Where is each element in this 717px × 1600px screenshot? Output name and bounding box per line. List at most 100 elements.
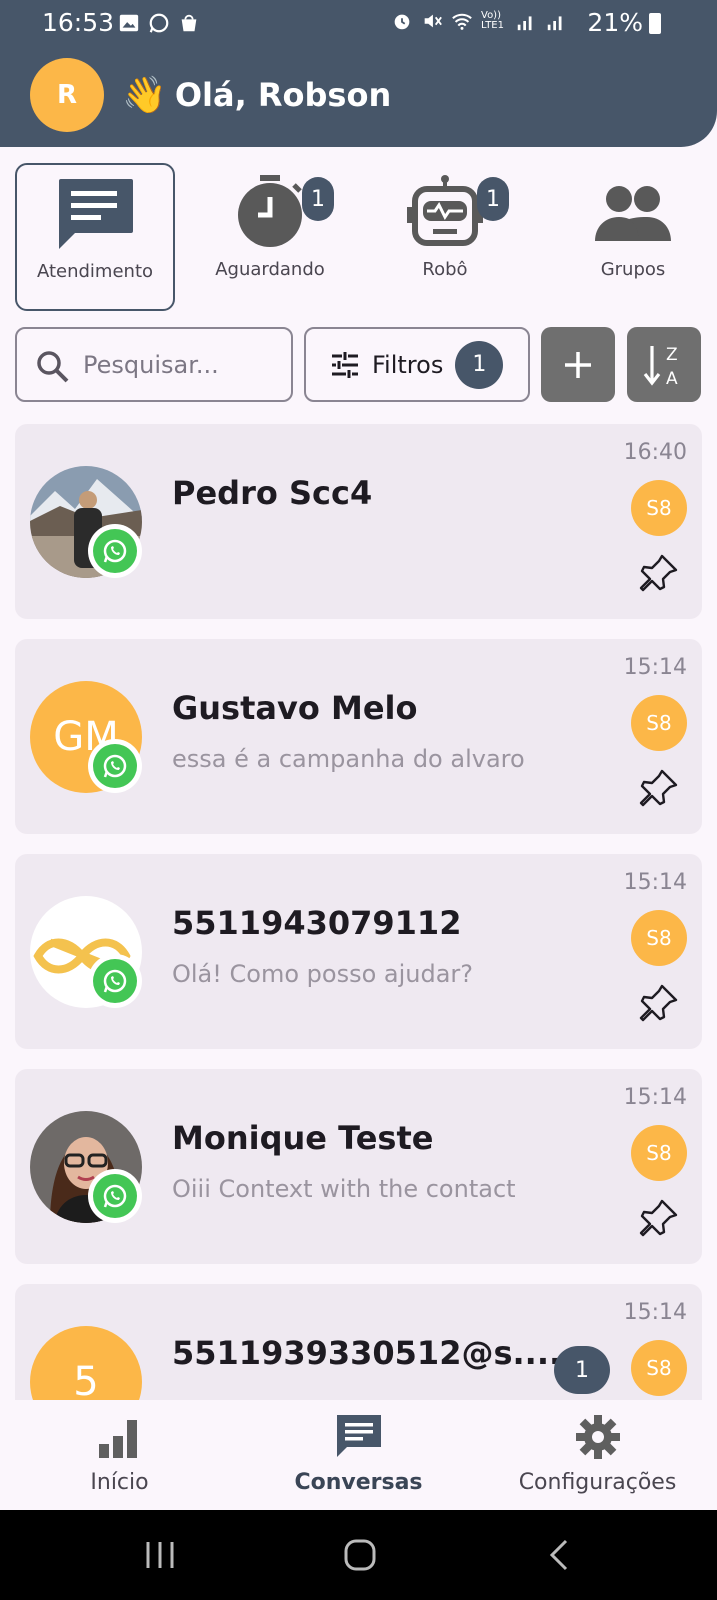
bottom-navigation: Início Conversas Configurações — [0, 1400, 717, 1510]
filters-count-badge: 1 — [455, 340, 504, 389]
tab-badge: 1 — [302, 177, 334, 221]
tune-icon — [332, 351, 358, 378]
filters-label: Filtros — [372, 350, 444, 379]
signal-icon — [517, 16, 532, 31]
sort-za-icon: ZA — [643, 345, 678, 389]
message-time: 15:14 — [623, 870, 687, 895]
greeting-row: R 👋 Olá, Robson — [30, 58, 391, 132]
whatsapp-icon — [103, 1184, 127, 1208]
status-notification-icons — [118, 12, 200, 34]
whatsapp-badge — [88, 954, 142, 1008]
conversation-item[interactable]: 5511943079112 Olá! Como posso ajudar? 15… — [15, 854, 702, 1049]
app-header: 16:53 Vo)) LTE1 21% R 👋 Olá, Robson — [0, 0, 717, 147]
conversation-item[interactable]: Pedro Scc4 16:40 S8 — [15, 424, 702, 619]
shopping-bag-icon — [181, 14, 197, 32]
last-message: essa é a campanha do alvaro — [172, 745, 525, 773]
chat-icon — [59, 179, 133, 249]
wave-emoji-icon: 👋 — [122, 75, 167, 116]
status-system-icons: Vo)) LTE1 — [391, 10, 567, 32]
whatsapp-badge — [88, 1169, 142, 1223]
pin-icon[interactable] — [638, 767, 680, 809]
conversation-list[interactable]: Pedro Scc4 16:40 S8 GM Gustavo Melo essa… — [0, 420, 717, 1400]
last-message: Oiii Context with the contact — [172, 1175, 516, 1203]
bar-chart-icon — [98, 1420, 137, 1458]
message-time: 15:14 — [623, 655, 687, 680]
tab-grupos[interactable]: Grupos — [553, 163, 713, 311]
stopwatch-icon — [238, 175, 302, 247]
tab-label: Aguardando — [215, 259, 325, 280]
pin-icon[interactable] — [638, 982, 680, 1024]
avatar-initials: 5 — [73, 1359, 99, 1400]
wifi-icon — [452, 13, 472, 30]
filters-button[interactable]: Filtros 1 — [304, 327, 530, 402]
conversation-item[interactable]: 5 5511939330512@s.... 15:14 1 S8 — [15, 1284, 702, 1400]
contact-name: 5511939330512@s.... — [172, 1334, 562, 1372]
contact-name: 5511943079112 — [172, 904, 462, 942]
nav-label: Conversas — [294, 1470, 423, 1495]
sector-badge: S8 — [631, 480, 687, 536]
conversation-item[interactable]: Monique Teste Oiii Context with the cont… — [15, 1069, 702, 1264]
tab-label: Robô — [422, 259, 468, 280]
whatsapp-badge — [88, 524, 142, 578]
tab-atendimento[interactable]: Atendimento — [15, 163, 175, 311]
alarm-icon — [394, 14, 410, 30]
tab-robo[interactable]: 1 Robô — [365, 163, 525, 311]
whatsapp-icon — [103, 539, 127, 563]
message-time: 15:14 — [623, 1085, 687, 1110]
gallery-icon — [119, 14, 139, 32]
greeting-text: Olá, Robson — [174, 76, 392, 114]
search-box[interactable] — [15, 327, 293, 402]
contact-name: Gustavo Melo — [172, 689, 418, 727]
contact-name: Pedro Scc4 — [172, 474, 373, 512]
nav-inicio[interactable]: Início — [0, 1400, 239, 1510]
pin-icon[interactable] — [638, 1197, 680, 1239]
back-icon[interactable] — [542, 1538, 582, 1572]
nav-configuracoes[interactable]: Configurações — [478, 1400, 717, 1510]
status-bar: 16:53 Vo)) LTE1 21% — [0, 0, 717, 48]
recent-apps-icon[interactable] — [140, 1538, 180, 1572]
message-time: 16:40 — [623, 440, 687, 465]
robot-icon — [407, 175, 483, 246]
add-conversation-button[interactable] — [541, 327, 615, 402]
search-input[interactable] — [83, 343, 283, 387]
group-icon — [595, 186, 671, 241]
message-time: 15:14 — [623, 1300, 687, 1325]
gear-icon — [575, 1415, 620, 1459]
sector-badge: S8 — [631, 1340, 687, 1396]
whatsapp-badge — [88, 739, 142, 793]
tab-label: Grupos — [600, 259, 666, 280]
sector-badge: S8 — [631, 910, 687, 966]
whatsapp-status-icon — [149, 13, 169, 33]
home-icon[interactable] — [340, 1538, 380, 1572]
tab-label: Atendimento — [36, 261, 154, 282]
battery-icon — [649, 13, 661, 34]
plus-icon — [565, 351, 591, 378]
status-time: 16:53 — [42, 8, 115, 37]
system-navigation-bar — [0, 1510, 717, 1600]
user-avatar[interactable]: R — [30, 58, 104, 132]
pin-icon[interactable] — [638, 552, 680, 594]
conversation-item[interactable]: GM Gustavo Melo essa é a campanha do alv… — [15, 639, 702, 834]
battery-percent: 21% — [587, 8, 643, 37]
sector-badge: S8 — [631, 695, 687, 751]
contact-name: Monique Teste — [172, 1119, 434, 1157]
network-type-label: Vo)) LTE1 — [481, 10, 504, 31]
tab-badge: 1 — [477, 177, 509, 221]
search-icon — [37, 351, 69, 383]
nav-conversas[interactable]: Conversas — [239, 1400, 478, 1510]
mute-icon — [424, 14, 442, 28]
nav-label: Início — [90, 1470, 149, 1495]
whatsapp-icon — [103, 969, 127, 993]
sector-badge: S8 — [631, 1125, 687, 1181]
svg-text:Z: Z — [666, 345, 678, 365]
last-message: Olá! Como posso ajudar? — [172, 960, 474, 988]
unread-count-badge: 1 — [554, 1346, 610, 1394]
chat-icon — [336, 1415, 381, 1457]
whatsapp-icon — [103, 754, 127, 778]
svg-text:A: A — [666, 369, 678, 389]
nav-label: Configurações — [518, 1470, 677, 1495]
sort-button[interactable]: ZA — [627, 327, 701, 402]
contact-avatar-initials: 5 — [30, 1326, 142, 1400]
signal-2-icon — [547, 16, 562, 31]
tab-aguardando[interactable]: 1 Aguardando — [190, 163, 350, 311]
